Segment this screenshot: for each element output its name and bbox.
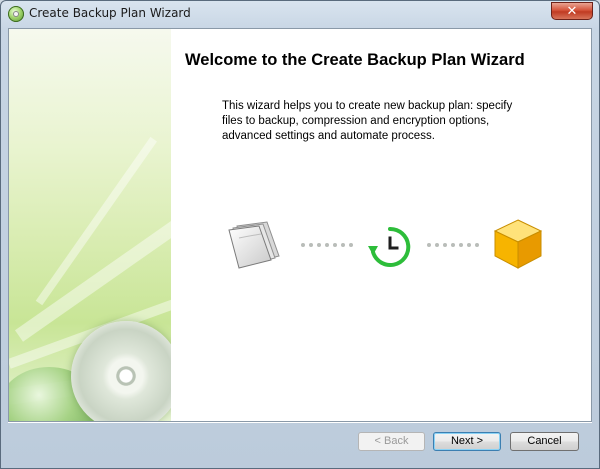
- documents-icon: [228, 221, 280, 269]
- backup-app-icon: [8, 6, 24, 22]
- clock-restore-icon: [368, 226, 411, 267]
- window-title: Create Backup Plan Wizard: [29, 6, 191, 20]
- description-line: This wizard helps you to create new back…: [222, 100, 513, 112]
- wizard-content: Welcome to the Create Backup Plan Wizard…: [8, 28, 592, 422]
- process-illustration: [219, 212, 559, 272]
- connector-dots: [301, 243, 353, 247]
- back-button[interactable]: < Back: [358, 432, 425, 451]
- description-line: files to backup, compression and encrypt…: [222, 115, 490, 127]
- description-line: advanced settings and automate process.: [222, 130, 435, 142]
- next-button[interactable]: Next >: [433, 432, 501, 451]
- cancel-button[interactable]: Cancel: [510, 432, 579, 451]
- footer-divider: [8, 422, 592, 423]
- box-icon: [493, 219, 543, 269]
- wizard-window: Create Backup Plan Wizard ✕ Welcome to t…: [0, 0, 600, 469]
- page-title: Welcome to the Create Backup Plan Wizard: [185, 51, 525, 69]
- title-bar[interactable]: Create Backup Plan Wizard ✕: [1, 1, 599, 27]
- close-button[interactable]: ✕: [551, 2, 593, 20]
- wizard-description: This wizard helps you to create new back…: [222, 99, 552, 144]
- connector-dots: [427, 243, 479, 247]
- wizard-side-banner: [9, 29, 171, 421]
